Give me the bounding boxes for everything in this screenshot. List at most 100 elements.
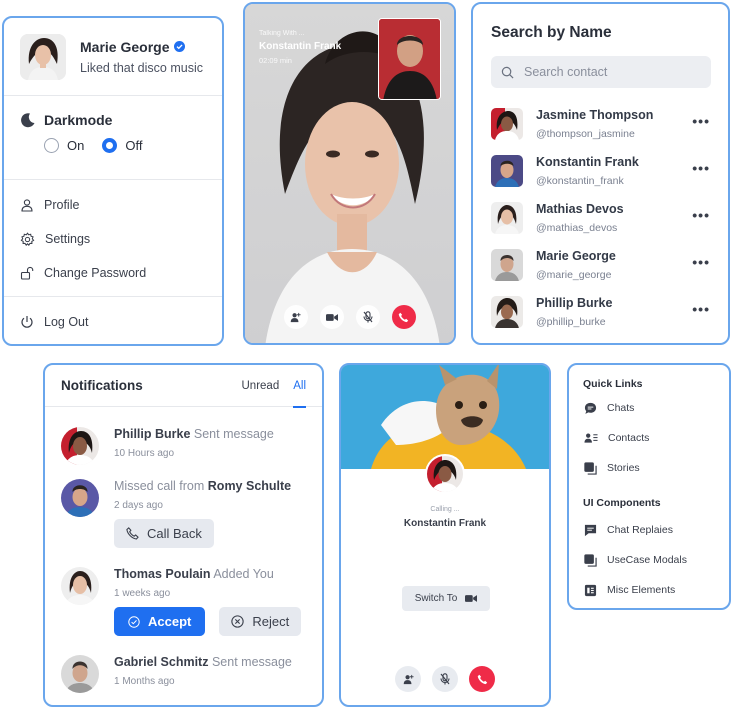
contact-item[interactable]: Konstantin Frank @konstantin_frank ••• <box>473 147 728 194</box>
caller-avatar <box>425 454 465 494</box>
contact-item[interactable]: Jasmine Thompson @thompson_jasmine ••• <box>473 100 728 147</box>
talking-with-label: Talking With ... <box>259 30 305 37</box>
notifications-title: Notifications <box>61 378 143 393</box>
calling-status: Calling ... <box>430 506 460 513</box>
logout-button[interactable]: Log Out <box>4 305 222 339</box>
mute-button[interactable] <box>432 666 458 692</box>
darkmode-on-radio[interactable]: On <box>44 138 84 153</box>
notification-action: Sent message <box>193 427 274 441</box>
add-user-button[interactable] <box>283 305 308 329</box>
contacts-icon <box>584 432 598 444</box>
call-controls <box>245 305 454 329</box>
switch-to-video-button[interactable]: Switch To <box>402 586 490 611</box>
notification-item[interactable]: Gabriel Schmitz Sent message 1 Months ag… <box>61 655 310 693</box>
avatar <box>61 567 99 605</box>
avatar[interactable] <box>20 33 66 80</box>
phone-hangup-icon <box>398 312 409 323</box>
avatar <box>491 107 523 140</box>
accept-label: Accept <box>148 614 192 629</box>
user-icon <box>20 198 34 212</box>
darkmode-off-radio[interactable]: Off <box>102 138 142 153</box>
more-icon[interactable]: ••• <box>692 160 710 176</box>
avatar <box>61 655 99 693</box>
menu-label: Settings <box>45 232 91 246</box>
calling-name: Konstantin Frank <box>403 518 487 529</box>
switch-label: Switch To <box>414 593 458 604</box>
reject-button[interactable]: Reject <box>219 607 302 636</box>
darkmode-on-label: On <box>67 138 85 153</box>
close-circle-icon <box>231 615 245 628</box>
chat-icon <box>584 402 597 415</box>
self-preview[interactable] <box>378 18 441 100</box>
accept-button[interactable]: Accept <box>114 607 206 636</box>
video-call-card: Talking With ... Konstantin Frank 02:09 … <box>243 2 456 345</box>
calling-card: Calling ... Konstantin Frank Switch To <box>339 363 551 707</box>
notification-item[interactable]: Thomas Poulain Added You 1 weeks ago Acc… <box>61 567 310 636</box>
notification-time: 10 Hours ago <box>114 448 175 459</box>
contact-item[interactable]: Marie George @marie_george ••• <box>473 241 728 288</box>
tab-all[interactable]: All <box>293 365 306 408</box>
notification-name: Thomas Poulain <box>114 567 211 581</box>
add-user-button[interactable] <box>395 666 421 692</box>
stories-icon <box>584 461 597 475</box>
notification-item[interactable]: Missed call from Romy Schulte 2 days ago… <box>61 479 310 548</box>
link-usecase-modals[interactable]: UseCase Modals <box>569 545 729 575</box>
contact-name: Konstantin Frank <box>536 154 639 169</box>
link-misc-elements[interactable]: Misc Elements <box>569 575 729 605</box>
link-chats[interactable]: Chats <box>569 393 729 423</box>
video-camera-icon <box>325 313 338 322</box>
avatar <box>491 295 523 328</box>
contact-username: @phillip_burke <box>536 315 606 328</box>
profile-card: Marie George Liked that disco music Dark… <box>2 16 224 346</box>
call-back-button[interactable]: Call Back <box>114 519 214 548</box>
video-toggle-button[interactable] <box>319 305 344 329</box>
quick-links-title: Quick Links <box>583 377 643 390</box>
more-icon[interactable]: ••• <box>692 207 710 223</box>
avatar <box>491 248 523 281</box>
menu-label: Profile <box>44 198 80 212</box>
notification-item[interactable]: Phillip Burke Sent message 10 Hours ago <box>61 427 310 465</box>
contact-item[interactable]: Mathias Devos @mathias_devos ••• <box>473 194 728 241</box>
notifications-header: Notifications Unread All <box>45 365 322 408</box>
menu-item-settings[interactable]: Settings <box>4 222 222 256</box>
gear-icon <box>20 231 35 247</box>
end-call-button[interactable] <box>469 666 495 692</box>
mic-off-icon <box>362 311 373 323</box>
darkmode-off-label: Off <box>125 138 143 153</box>
check-circle-icon <box>128 615 140 628</box>
phone-icon <box>126 527 139 540</box>
contact-item[interactable]: Phillip Burke @phillip_burke ••• <box>473 288 728 335</box>
tab-unread[interactable]: Unread <box>242 365 280 407</box>
menu-item-change-password[interactable]: Change Password <box>4 256 222 290</box>
notification-name: Romy Schulte <box>207 479 292 493</box>
more-icon[interactable]: ••• <box>692 254 710 270</box>
avatar <box>61 427 99 465</box>
notification-time: 1 Months ago <box>114 676 175 687</box>
menu-item-profile[interactable]: Profile <box>4 188 222 222</box>
link-chat-replaies[interactable]: Chat Replaies <box>569 515 729 545</box>
contact-username: @konstantin_frank <box>536 174 624 187</box>
contact-name: Mathias Devos <box>536 201 624 216</box>
mute-button[interactable] <box>355 305 380 329</box>
modal-icon <box>584 553 597 567</box>
more-icon[interactable]: ••• <box>692 113 710 129</box>
reject-label: Reject <box>252 614 290 629</box>
end-call-button[interactable] <box>391 305 416 329</box>
profile-menu: Profile Settings Change Password <box>4 180 222 297</box>
avatar <box>61 479 99 517</box>
notification-action: Added You <box>213 567 274 581</box>
link-contacts[interactable]: Contacts <box>569 423 729 453</box>
contact-username: @marie_george <box>536 268 612 281</box>
more-icon[interactable]: ••• <box>692 301 710 317</box>
radio-on-circle[interactable] <box>44 138 59 153</box>
avatar <box>491 201 523 234</box>
lock-icon <box>20 266 34 280</box>
link-label: Chats <box>607 402 635 414</box>
radio-off-circle[interactable] <box>102 138 118 153</box>
caller-name: Konstantin Frank <box>259 41 342 52</box>
video-camera-icon <box>465 594 478 603</box>
elements-icon <box>584 584 597 597</box>
notification-time: 1 weeks ago <box>114 588 171 599</box>
search-input[interactable]: Search contact <box>491 56 711 88</box>
link-stories[interactable]: Stories <box>569 453 729 483</box>
